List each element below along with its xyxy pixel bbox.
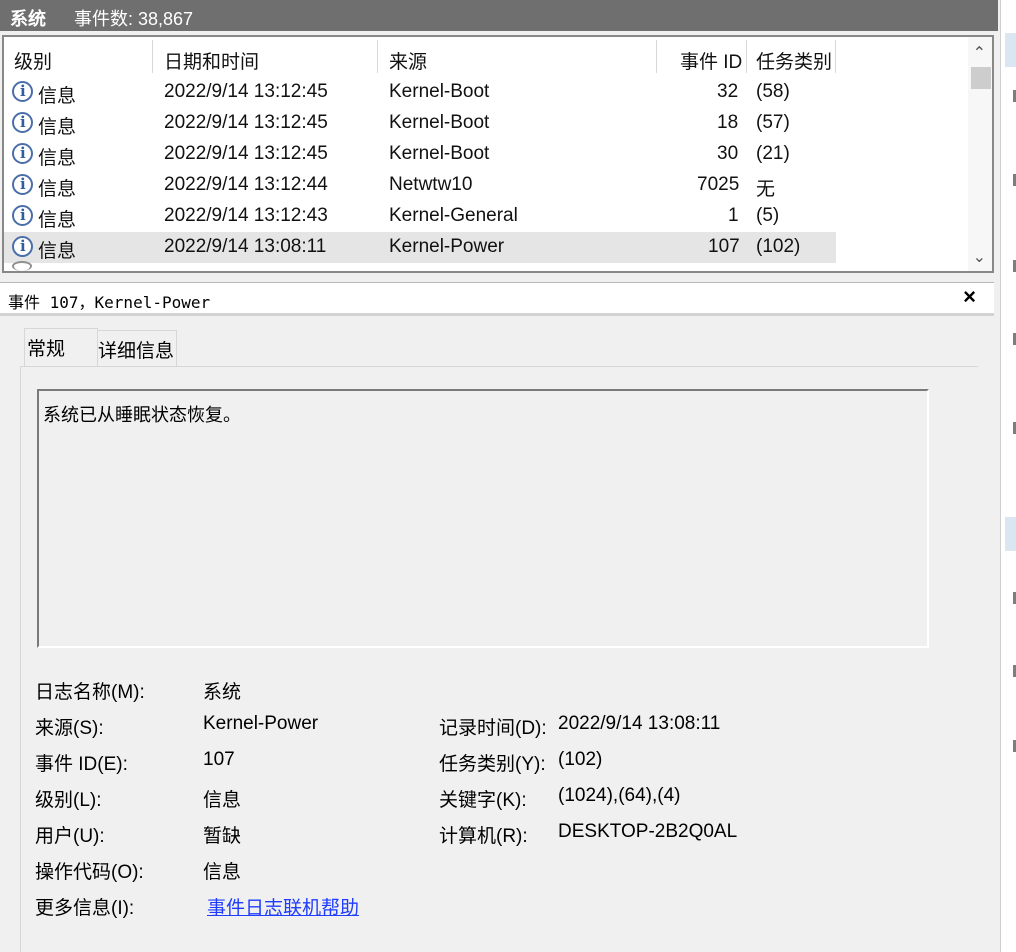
table-row[interactable]: 信息 2022/9/14 13:12:45 Kernel-Boot 18 (57… bbox=[4, 108, 836, 139]
scroll-thumb[interactable] bbox=[971, 67, 991, 89]
column-event-id[interactable]: 事件 ID bbox=[680, 47, 742, 74]
chevron-up-icon[interactable]: ⌃ bbox=[973, 43, 986, 63]
event-count: 事件数: 38,867 bbox=[74, 9, 194, 29]
column-task-category[interactable]: 任务类别 bbox=[756, 47, 832, 74]
chevron-down-icon[interactable]: ⌄ bbox=[973, 247, 986, 267]
event-list[interactable]: 级别 日期和时间 来源 事件 ID 任务类别 信息 2022/9/14 13:1… bbox=[2, 35, 994, 273]
info-icon bbox=[12, 143, 33, 164]
table-row[interactable]: 信息 2022/9/14 13:12:44 Netwtw10 7025 无 bbox=[4, 170, 836, 201]
log-name-value: 系统 bbox=[203, 682, 242, 703]
user-label: 用户(U): bbox=[35, 826, 105, 847]
task-category-cell: (102) bbox=[756, 236, 801, 257]
level-cell: 信息 bbox=[38, 148, 77, 169]
task-category-cell: (5) bbox=[756, 205, 780, 226]
task-category-cell: (57) bbox=[756, 112, 790, 133]
table-row[interactable]: 信息 2022/9/14 13:12:43 Kernel-General 1 (… bbox=[4, 201, 836, 232]
source-value: Kernel-Power bbox=[203, 713, 319, 734]
table-row[interactable]: 信息 2022/9/14 13:12:45 Kernel-Boot 30 (21… bbox=[4, 139, 836, 170]
event-log-online-help-link[interactable]: 事件日志联机帮助 bbox=[207, 893, 359, 920]
level-value: 信息 bbox=[203, 790, 242, 811]
logged-label: 记录时间(D): bbox=[439, 718, 547, 739]
info-icon bbox=[12, 112, 33, 133]
source-cell: Kernel-Boot bbox=[389, 143, 490, 164]
source-cell: Kernel-Boot bbox=[389, 81, 490, 102]
info-icon bbox=[12, 236, 33, 257]
partial-info-icon bbox=[12, 261, 32, 271]
source-cell: Kernel-Power bbox=[389, 236, 505, 257]
log-title: 系统 bbox=[10, 9, 46, 29]
source-cell: Kernel-Boot bbox=[389, 112, 490, 133]
keywords-label: 关键字(K): bbox=[439, 790, 527, 811]
opcode-value: 信息 bbox=[203, 862, 242, 883]
datetime-cell: 2022/9/14 13:12:44 bbox=[164, 174, 328, 195]
info-icon bbox=[12, 205, 33, 226]
event-id-cell: 32 bbox=[717, 81, 739, 102]
right-panel-edge bbox=[1000, 0, 1016, 952]
datetime-cell: 2022/9/14 13:12:43 bbox=[164, 205, 328, 226]
tab-details-label: 详细信息 bbox=[98, 341, 175, 362]
keywords-value: (1024),(64),(4) bbox=[558, 785, 681, 806]
event-id-value: 107 bbox=[203, 749, 235, 770]
log-name-label: 日志名称(M): bbox=[35, 682, 145, 703]
table-row[interactable]: 信息 2022/9/14 13:12:45 Kernel-Boot 32 (58… bbox=[4, 77, 836, 108]
log-header: 系统 事件数: 38,867 bbox=[0, 0, 998, 31]
level-label: 级别(L): bbox=[35, 790, 102, 811]
general-tab-content: 系统已从睡眠状态恢复。 日志名称(M): 系统 来源(S): Kernel-Po… bbox=[20, 366, 978, 952]
event-id-label: 事件 ID(E): bbox=[35, 754, 128, 775]
event-detail-panel: 常规 详细信息 系统已从睡眠状态恢复。 日志名称(M): 系统 来源(S): K… bbox=[8, 320, 990, 952]
level-cell: 信息 bbox=[38, 179, 77, 200]
event-id-cell: 18 bbox=[717, 112, 739, 133]
datetime-cell: 2022/9/14 13:12:45 bbox=[164, 81, 328, 102]
task-category-cell: (58) bbox=[756, 81, 790, 102]
level-cell: 信息 bbox=[38, 210, 77, 231]
event-id-cell: 107 bbox=[708, 236, 740, 257]
tab-general-label: 常规 bbox=[27, 339, 66, 360]
user-value: 暂缺 bbox=[203, 826, 242, 847]
source-label: 来源(S): bbox=[35, 718, 104, 739]
close-icon[interactable]: × bbox=[963, 284, 976, 310]
datetime-cell: 2022/9/14 13:08:11 bbox=[164, 236, 327, 257]
more-info-label: 更多信息(I): bbox=[35, 898, 135, 919]
column-source[interactable]: 来源 bbox=[389, 47, 427, 74]
column-separator[interactable] bbox=[377, 40, 378, 73]
logged-value: 2022/9/14 13:08:11 bbox=[558, 713, 721, 734]
column-separator[interactable] bbox=[152, 40, 153, 73]
task-category-cell: 无 bbox=[756, 179, 776, 200]
computer-label: 计算机(R): bbox=[439, 826, 528, 847]
opcode-label: 操作代码(O): bbox=[35, 862, 144, 883]
source-cell: Kernel-General bbox=[389, 205, 518, 226]
event-list-header: 级别 日期和时间 来源 事件 ID 任务类别 bbox=[4, 37, 836, 77]
task-category-cell: (21) bbox=[756, 143, 790, 164]
datetime-cell: 2022/9/14 13:12:45 bbox=[164, 143, 328, 164]
column-datetime[interactable]: 日期和时间 bbox=[164, 47, 259, 74]
task-category-value: (102) bbox=[558, 749, 603, 770]
computer-value: DESKTOP-2B2Q0AL bbox=[558, 821, 738, 842]
column-level[interactable]: 级别 bbox=[14, 47, 52, 74]
event-message-box[interactable]: 系统已从睡眠状态恢复。 bbox=[37, 389, 929, 648]
event-id-cell: 7025 bbox=[697, 174, 740, 195]
column-separator[interactable] bbox=[746, 40, 747, 73]
column-separator[interactable] bbox=[835, 40, 836, 73]
source-cell: Netwtw10 bbox=[389, 174, 473, 195]
level-cell: 信息 bbox=[38, 241, 77, 262]
level-cell: 信息 bbox=[38, 86, 77, 107]
event-detail-title: 事件 107，Kernel-Power bbox=[8, 293, 211, 312]
event-message: 系统已从睡眠状态恢复。 bbox=[43, 405, 241, 425]
datetime-cell: 2022/9/14 13:12:45 bbox=[164, 112, 328, 133]
info-icon bbox=[12, 174, 33, 195]
level-cell: 信息 bbox=[38, 117, 77, 138]
info-icon bbox=[12, 81, 33, 102]
right-panel-band bbox=[1005, 33, 1016, 67]
vertical-scrollbar[interactable]: ⌃ ⌄ bbox=[968, 37, 992, 271]
event-id-cell: 1 bbox=[728, 205, 739, 226]
task-category-label: 任务类别(Y): bbox=[439, 754, 546, 775]
column-separator[interactable] bbox=[656, 40, 657, 73]
event-detail-header: 事件 107，Kernel-Power × bbox=[0, 282, 994, 316]
selected-table-row[interactable]: 信息 2022/9/14 13:08:11 Kernel-Power 107 (… bbox=[4, 232, 836, 263]
event-id-cell: 30 bbox=[717, 143, 739, 164]
right-panel-band bbox=[1005, 517, 1016, 551]
